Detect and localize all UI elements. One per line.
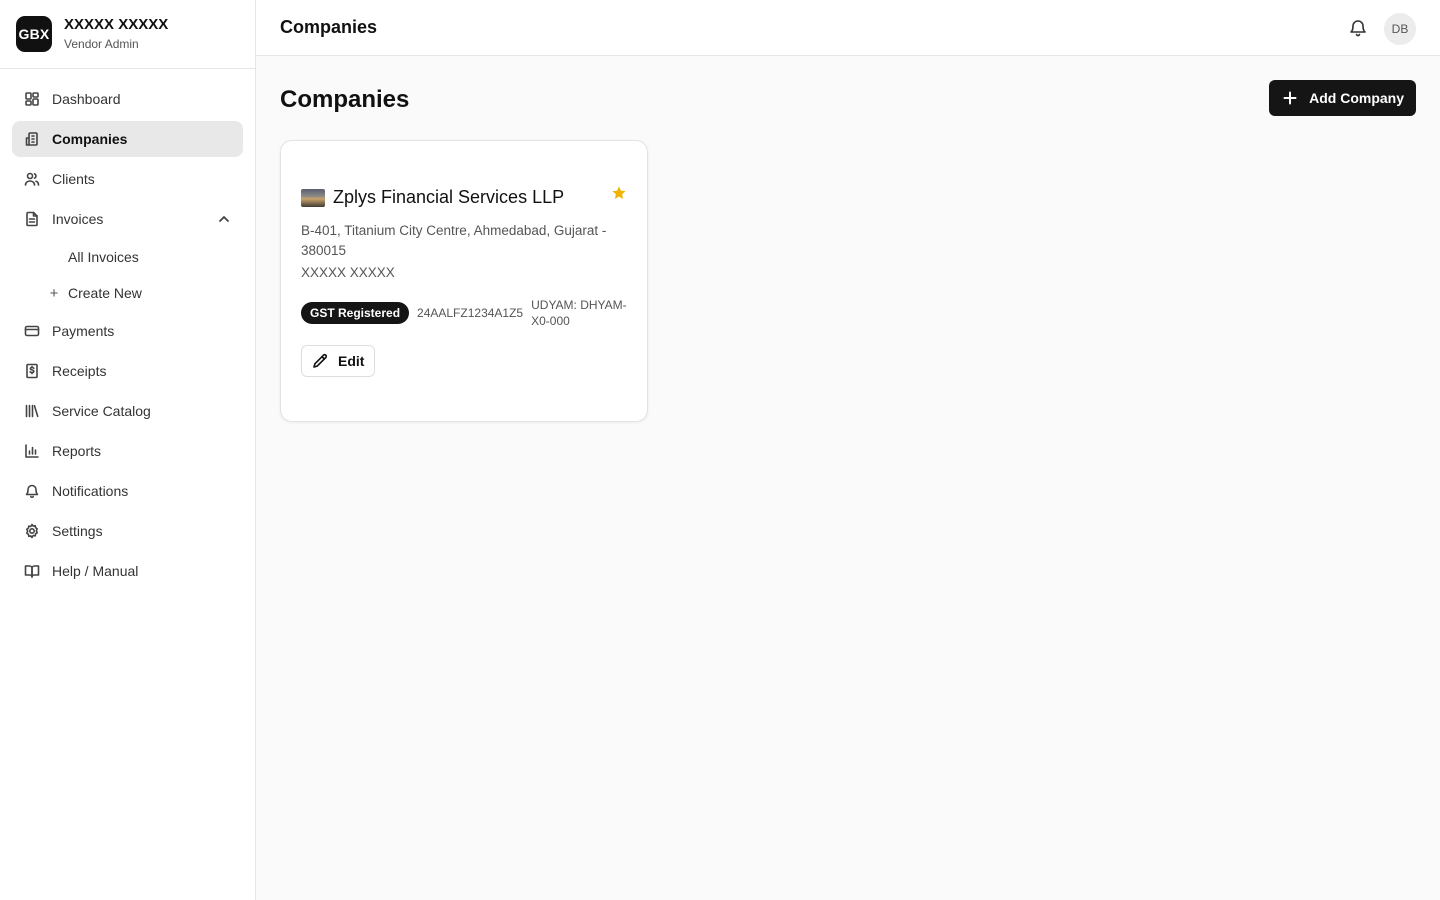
sidebar-item-dashboard[interactable]: Dashboard	[12, 81, 243, 117]
topbar: Companies DB	[256, 0, 1440, 56]
sidebar-subitem-create-new[interactable]: + Create New	[12, 277, 243, 309]
sidebar-item-label: Payments	[52, 323, 115, 339]
page-title: Companies	[280, 86, 410, 113]
brand-name: XXXXX XXXXX	[64, 16, 169, 33]
sidebar-item-label: Clients	[52, 171, 95, 187]
company-meta: GST Registered 24AALFZ1234A1Z5 UDYAM: DH…	[301, 297, 631, 329]
gst-status-badge: GST Registered	[301, 302, 410, 324]
sidebar-item-service-catalog[interactable]: Service Catalog	[12, 393, 243, 429]
users-icon	[24, 172, 40, 186]
main-content: Companies Add Company Zplys Financial Se…	[256, 56, 1440, 900]
brand-text: XXXXX XXXXX Vendor Admin	[64, 16, 168, 52]
file-icon	[26, 211, 38, 227]
sidebar-item-label: Notifications	[52, 483, 129, 499]
sidebar-item-label: Service Catalog	[52, 403, 151, 419]
sidebar-item-notifications[interactable]: Notifications	[12, 473, 243, 509]
add-company-label: Add Company	[1309, 90, 1404, 106]
gstin-value: 24AALFZ1234A1Z5	[417, 306, 524, 320]
sidebar-item-label: Invoices	[52, 211, 104, 227]
topbar-title: Companies	[280, 17, 378, 37]
pencil-icon	[313, 353, 328, 368]
sidebar-item-label: Receipts	[52, 363, 107, 379]
brand-role: Vendor Admin	[64, 37, 139, 51]
sidebar-item-companies[interactable]: Companies	[12, 121, 243, 157]
sidebar-subitem-all-invoices[interactable]: All Invoices	[12, 241, 243, 273]
sidebar-nav: Dashboard Companies Clients Invoices All…	[0, 69, 255, 605]
building-icon	[25, 132, 38, 146]
sidebar: GBX XXXXX XXXXX Vendor Admin Dashboard C…	[0, 0, 256, 900]
sidebar-item-invoices[interactable]: Invoices	[12, 201, 243, 237]
sidebar-item-label: Reports	[52, 443, 102, 459]
avatar[interactable]: DB	[1384, 13, 1416, 45]
receipt-icon	[26, 363, 38, 379]
library-icon	[25, 404, 39, 418]
sidebar-item-label: Dashboard	[52, 91, 121, 107]
add-company-button[interactable]: Add Company	[1269, 80, 1416, 116]
sidebar-item-label: Companies	[52, 131, 128, 147]
company-name: Zplys Financial Services LLP	[333, 187, 565, 207]
plus-icon: +	[49, 284, 59, 302]
sidebar-item-receipts[interactable]: Receipts	[12, 353, 243, 389]
bell-icon[interactable]	[1348, 18, 1368, 38]
sidebar-item-reports[interactable]: Reports	[12, 433, 243, 469]
edit-button[interactable]: Edit	[301, 345, 376, 377]
bell-icon	[25, 484, 39, 499]
sidebar-item-help[interactable]: Help / Manual	[12, 553, 243, 589]
company-owner: XXXXX XXXXX	[301, 265, 395, 280]
bar-chart-icon	[25, 444, 39, 458]
book-icon	[24, 565, 40, 578]
company-address: B-401, Titanium City Centre, Ahmedabad, …	[301, 223, 607, 258]
gear-icon	[26, 523, 38, 539]
credit-card-icon	[24, 325, 40, 337]
sidebar-subitem-label: Create New	[68, 285, 142, 301]
sidebar-item-payments[interactable]: Payments	[12, 313, 243, 349]
udyam-value: UDYAM: DHYAM-X0-000	[531, 298, 627, 328]
sidebar-item-settings[interactable]: Settings	[12, 513, 243, 549]
sidebar-item-label: Help / Manual	[52, 563, 139, 579]
brand-header: GBX XXXXX XXXXX Vendor Admin	[0, 0, 255, 69]
sidebar-item-label: Settings	[52, 523, 103, 539]
dashboard-icon	[25, 92, 39, 106]
plus-icon	[1283, 91, 1297, 105]
company-logo-image	[301, 188, 325, 207]
sidebar-subitem-label: All Invoices	[68, 249, 139, 265]
company-card[interactable]: Zplys Financial Services LLP B-401, Tita…	[280, 140, 648, 422]
sidebar-item-clients[interactable]: Clients	[12, 161, 243, 197]
star-icon[interactable]	[611, 185, 627, 201]
company-card-header: Zplys Financial Services LLP	[301, 187, 564, 208]
edit-label: Edit	[338, 353, 365, 369]
brand-logo[interactable]: GBX	[16, 16, 52, 52]
chevron-up-icon[interactable]	[217, 212, 231, 226]
